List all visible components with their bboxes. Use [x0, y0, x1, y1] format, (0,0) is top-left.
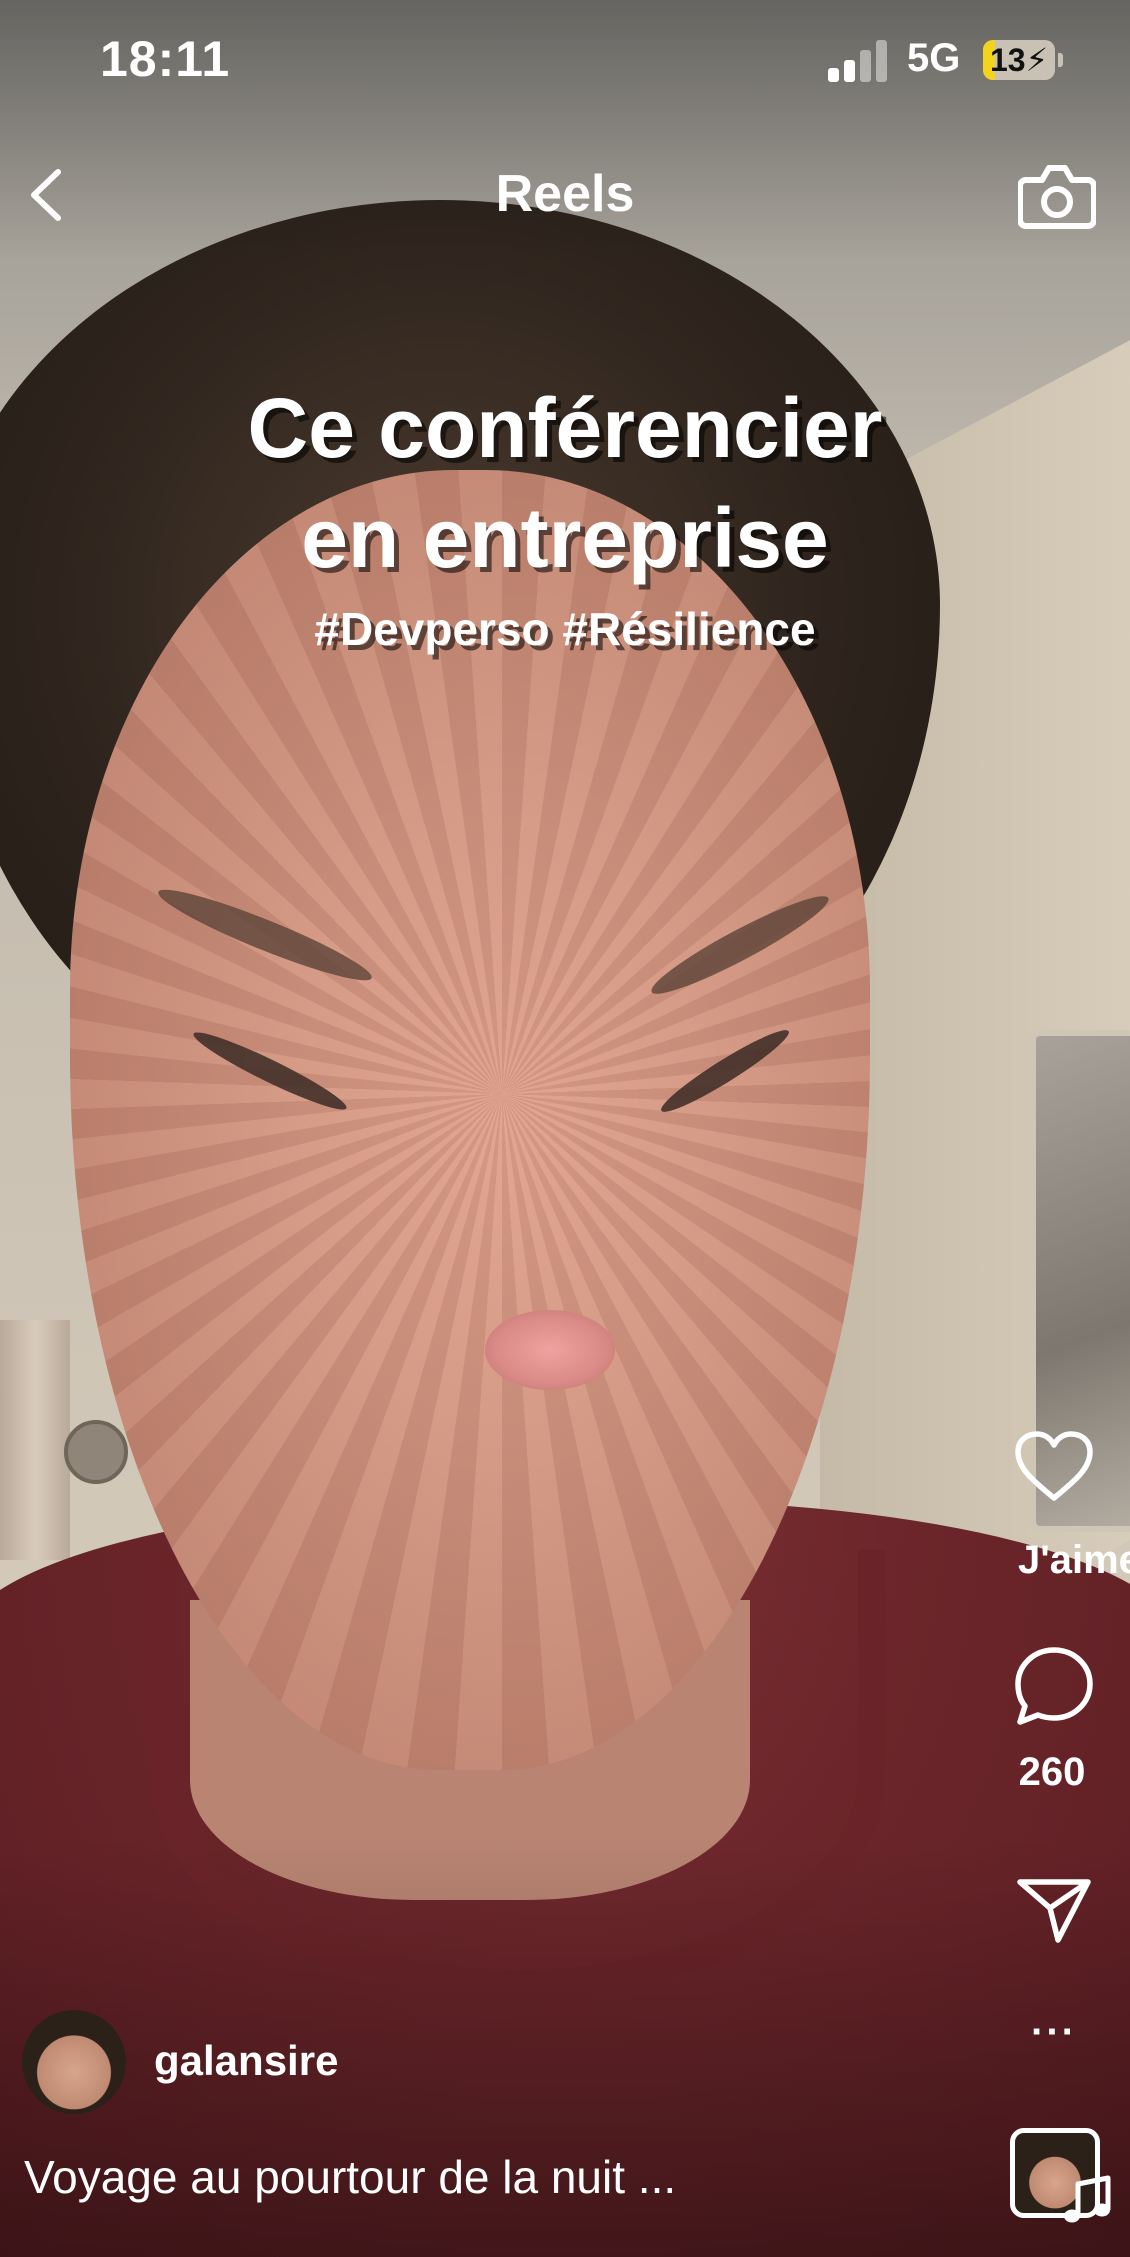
- comment-bubble-icon: [1015, 1647, 1093, 1725]
- page-title: Reels: [495, 165, 635, 223]
- network-type: 5G: [907, 36, 961, 80]
- person-mouth: [485, 1310, 615, 1390]
- music-note-icon: [1064, 2175, 1111, 2223]
- status-time: 18:11: [100, 31, 231, 87]
- comment-count: 260: [1018, 1750, 1086, 1794]
- avatar[interactable]: [22, 2010, 126, 2114]
- send-icon: [1017, 1879, 1091, 1943]
- battery-level: 13: [989, 42, 1026, 78]
- charging-icon: ⚡: [1025, 42, 1049, 78]
- background-curtain: [0, 1320, 70, 1560]
- reel-description[interactable]: Voyage au pourtour de la nuit ...: [24, 2150, 676, 2204]
- more-options-button[interactable]: ···: [1012, 2010, 1096, 2055]
- reel-video[interactable]: [0, 0, 1130, 2257]
- caption-hashtags: #Devperso #Résilience: [314, 603, 816, 655]
- camera-button[interactable]: [1017, 158, 1097, 232]
- cellular-signal-icon: [828, 38, 888, 82]
- like-label: J'aime: [1018, 1538, 1130, 1582]
- camera-icon: [1017, 165, 1097, 229]
- status-bar: 18:11 5G 13⚡: [0, 0, 1130, 120]
- share-button[interactable]: [1014, 1874, 1094, 1946]
- caption-line-1: Ce conférencier: [247, 381, 883, 475]
- background-clock: [64, 1420, 128, 1484]
- username[interactable]: galansire: [154, 2037, 338, 2085]
- battery-icon: 13⚡: [983, 40, 1055, 80]
- comment-button[interactable]: [1012, 1644, 1096, 1728]
- caption-line-2: en entreprise: [301, 491, 829, 585]
- person-face-warped: [70, 470, 870, 1770]
- heart-icon: [1015, 1431, 1093, 1501]
- like-button[interactable]: [1012, 1428, 1096, 1504]
- battery-cap: [1058, 53, 1063, 67]
